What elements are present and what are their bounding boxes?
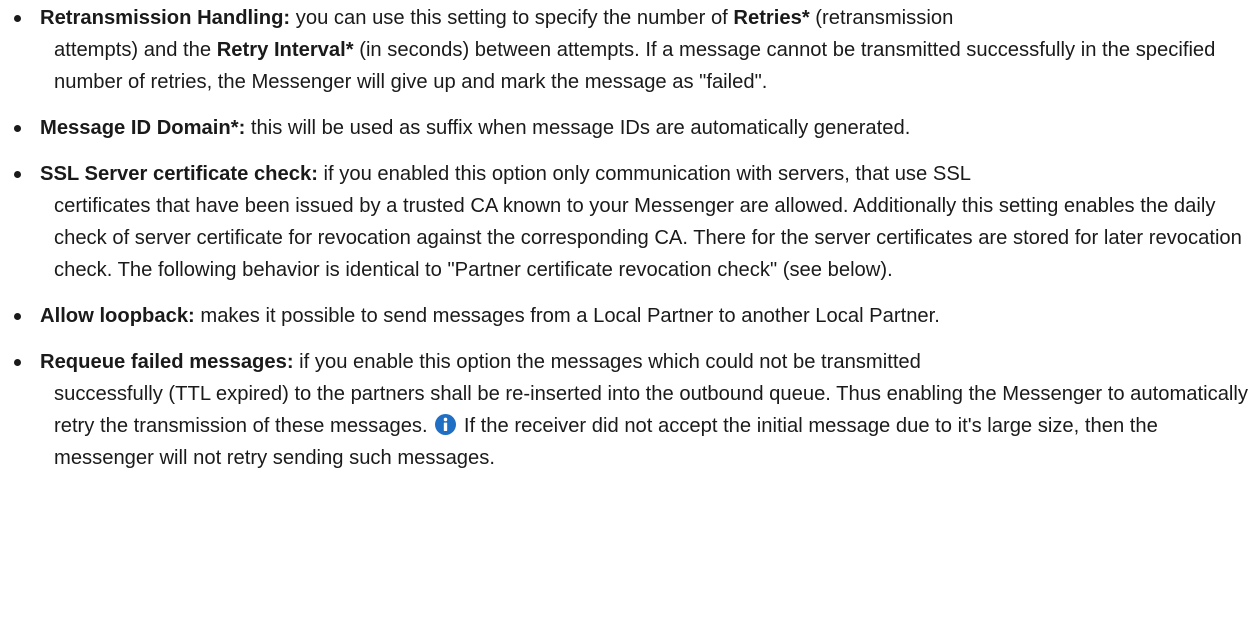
description-text: (retransmission bbox=[809, 7, 954, 29]
description-text: attempts) and the bbox=[54, 39, 217, 61]
bullet bbox=[14, 171, 21, 178]
term-retry-interval: Retry Interval* bbox=[216, 39, 354, 61]
settings-list: Retransmission Handling: you can use thi… bbox=[10, 2, 1249, 474]
info-icon bbox=[435, 414, 457, 435]
description-text: this will be used as suffix when message… bbox=[245, 117, 911, 139]
term-retransmission-handling: Retransmission Handling: bbox=[40, 7, 291, 29]
bullet bbox=[14, 359, 21, 366]
description-text: makes it possible to send messages from … bbox=[194, 305, 940, 327]
description-continuation: attempts) and the Retry Interval* (in se… bbox=[40, 34, 1249, 98]
term-retries: Retries* bbox=[733, 7, 810, 29]
bullet bbox=[14, 15, 21, 22]
list-item-retransmission-handling: Retransmission Handling: you can use thi… bbox=[10, 2, 1249, 98]
description-text: you can use this setting to specify the … bbox=[290, 7, 734, 29]
description-text: if you enable this option the messages w… bbox=[293, 351, 921, 373]
list-item-requeue-failed-messages: Requeue failed messages: if you enable t… bbox=[10, 346, 1249, 474]
term-allow-loopback: Allow loopback: bbox=[40, 305, 195, 327]
list-item-message-id-domain: Message ID Domain*: this will be used as… bbox=[10, 112, 1249, 144]
list-item-allow-loopback: Allow loopback: makes it possible to sen… bbox=[10, 300, 1249, 332]
list-item-ssl-server-certificate-check: SSL Server certificate check: if you ena… bbox=[10, 158, 1249, 286]
bullet bbox=[14, 313, 21, 320]
document-body: Retransmission Handling: you can use thi… bbox=[0, 0, 1259, 474]
bullet bbox=[14, 125, 21, 132]
description-continuation: successfully (TTL expired) to the partne… bbox=[40, 378, 1249, 474]
description-continuation: certificates that have been issued by a … bbox=[54, 195, 1242, 281]
description-text: if you enabled this option only communic… bbox=[317, 163, 972, 185]
term-requeue-failed-messages: Requeue failed messages: bbox=[40, 351, 294, 373]
term-message-id-domain: Message ID Domain*: bbox=[40, 117, 246, 139]
term-ssl-server-certificate-check: SSL Server certificate check: bbox=[40, 163, 318, 185]
